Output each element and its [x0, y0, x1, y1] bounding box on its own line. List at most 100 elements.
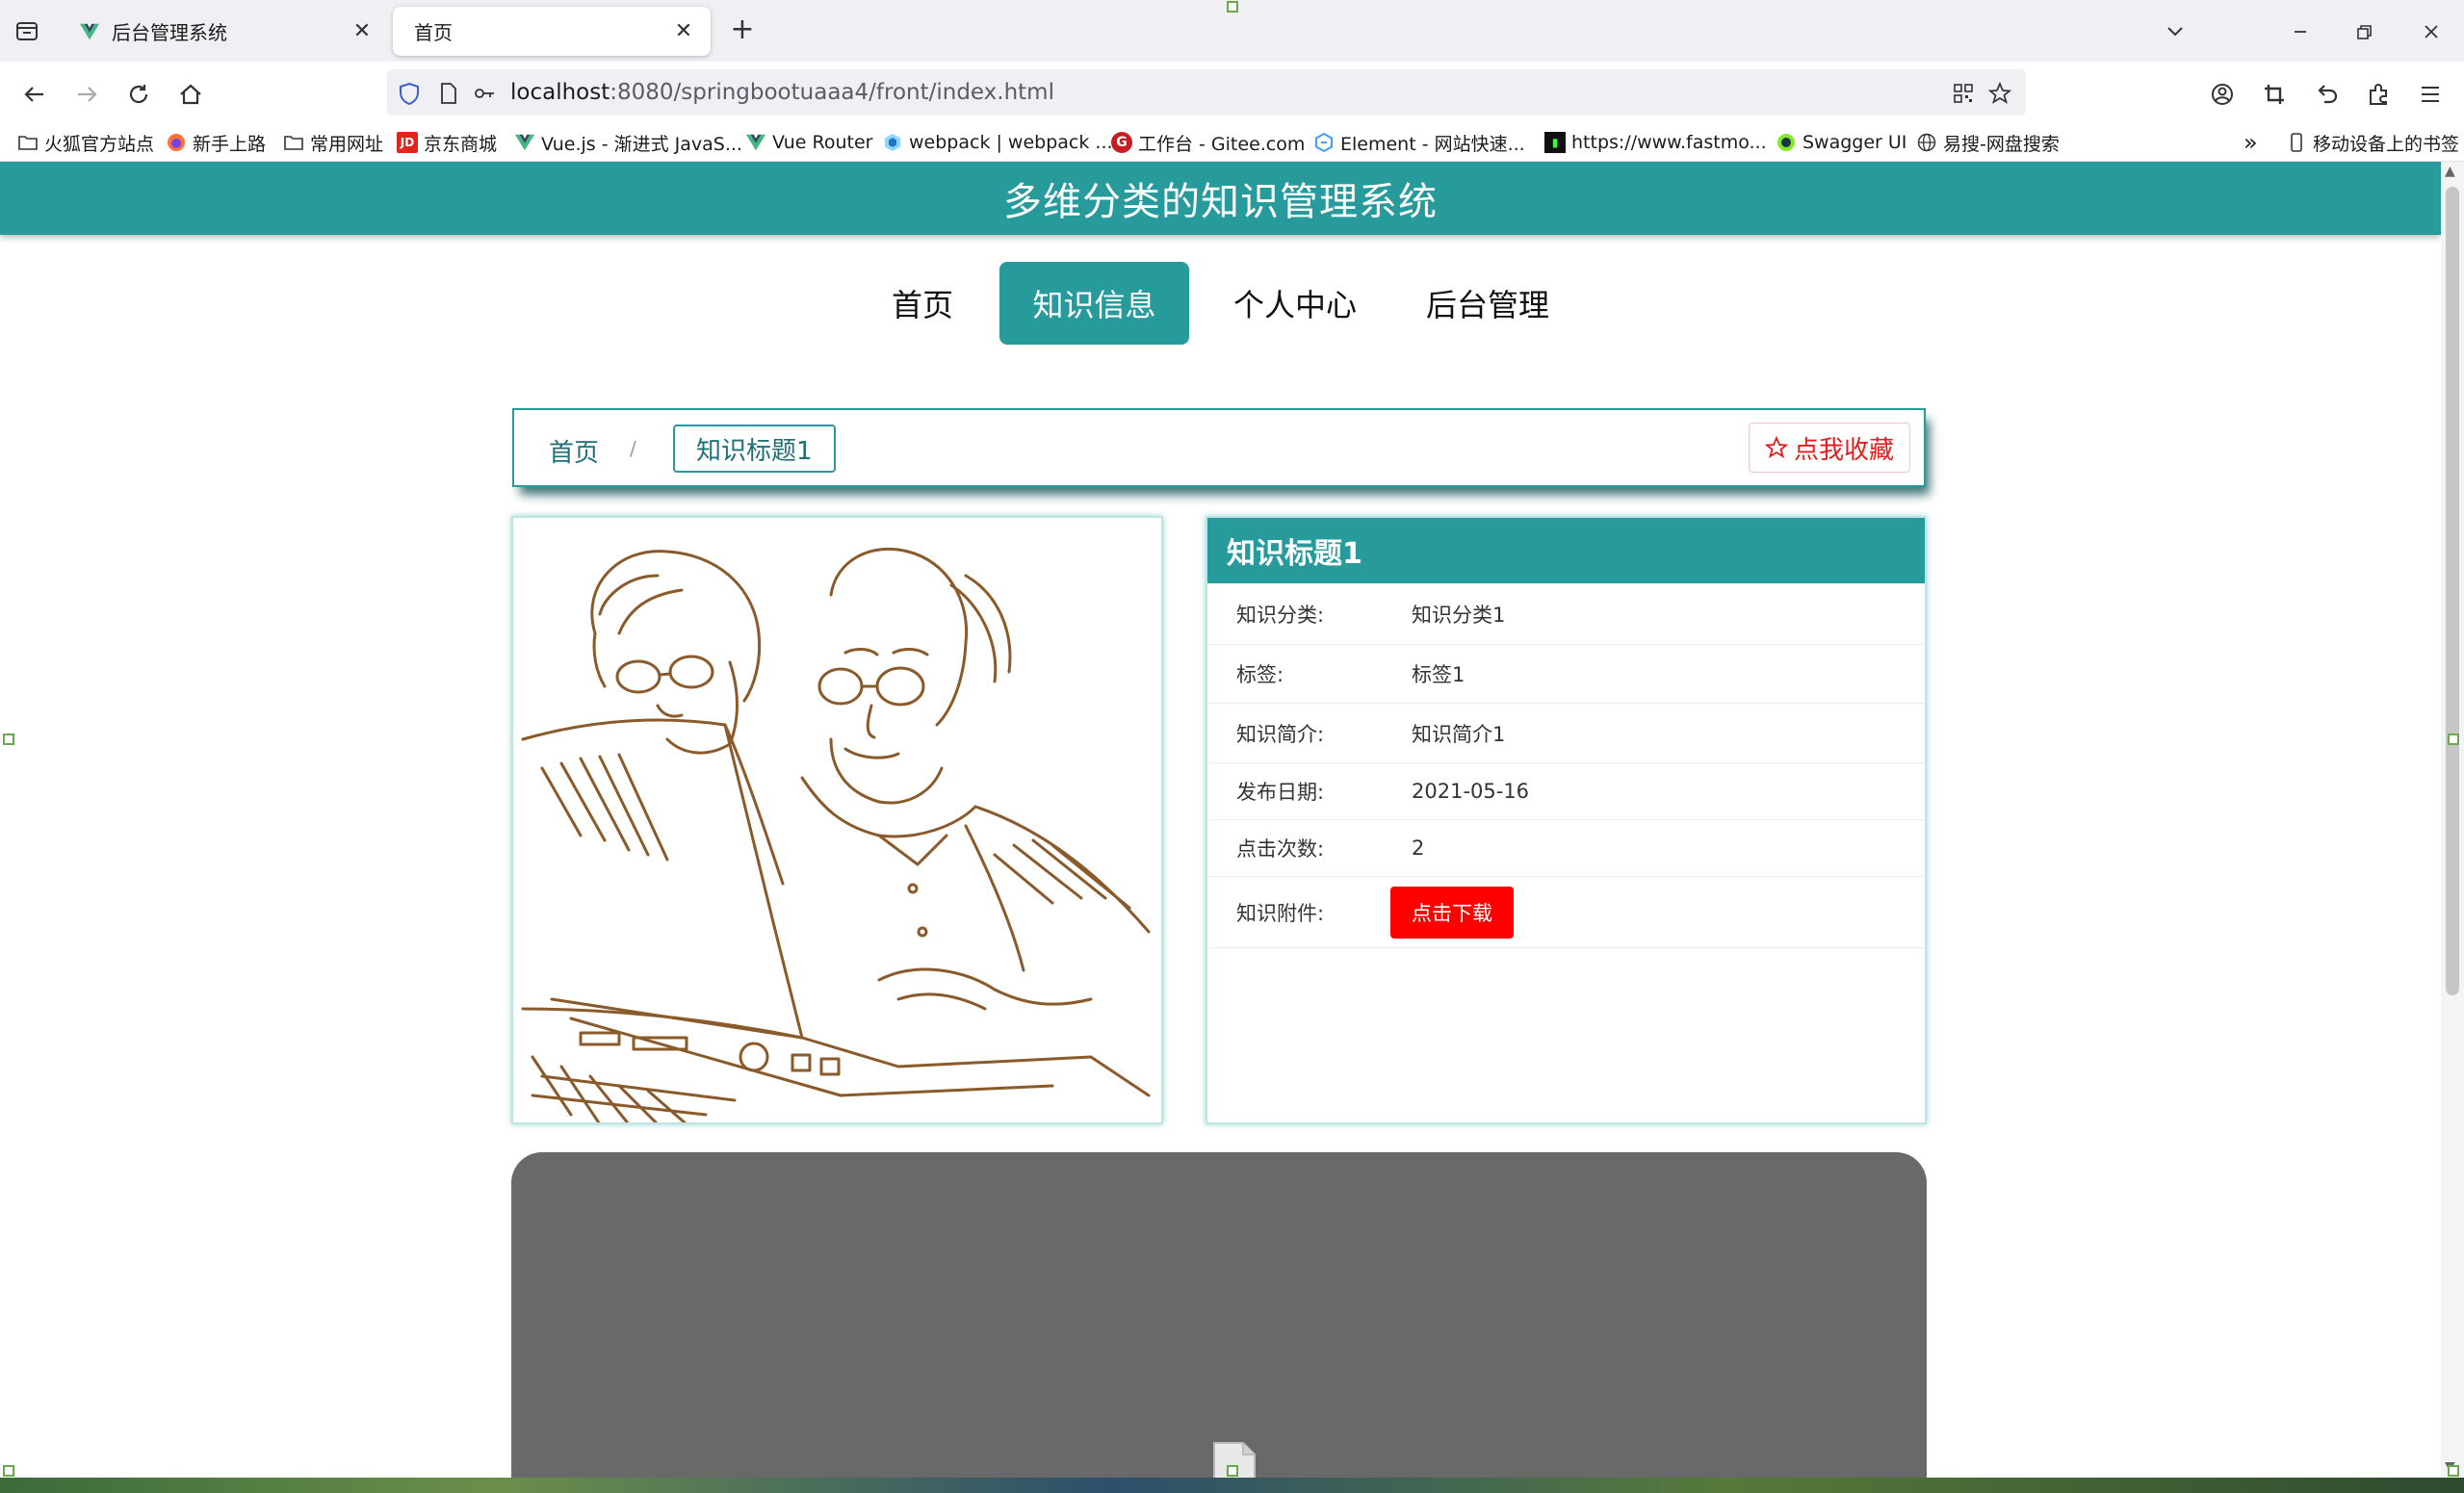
- knowledge-image: [511, 516, 1163, 1124]
- detail-label: 知识分类:: [1236, 603, 1325, 627]
- jd-icon: JD: [397, 132, 418, 153]
- back-arrow-icon[interactable]: [17, 77, 52, 112]
- permissions-key-icon[interactable]: [472, 81, 497, 106]
- favorite-label: 点我收藏: [1793, 435, 1894, 465]
- qr-code-icon[interactable]: [1951, 81, 1976, 106]
- detail-value: 标签1: [1412, 663, 1465, 686]
- browser-navigation-bar: localhost:8080/springbootuaaa4/front/ind…: [0, 62, 2464, 123]
- selection-handle[interactable]: [2448, 734, 2459, 745]
- menu-hamburger-icon[interactable]: [2413, 77, 2448, 112]
- bookmark-label: Swagger UI: [1803, 132, 1907, 153]
- scroll-up-arrow-icon[interactable]: ▲: [2445, 164, 2455, 179]
- account-icon[interactable]: [2205, 77, 2240, 112]
- forward-arrow-icon[interactable]: [69, 77, 104, 112]
- nav-item-personal-center[interactable]: 个人中心: [1221, 262, 1369, 345]
- page-viewport: 多维分类的知识管理系统 首页 知识信息 个人中心 后台管理 首页 / 知识标题1…: [0, 162, 2441, 1478]
- bookmark-label: 易搜-网盘搜索: [1943, 133, 2060, 155]
- restore-icon[interactable]: [2351, 19, 2376, 44]
- address-bar[interactable]: localhost:8080/springbootuaaa4/front/ind…: [387, 69, 2026, 116]
- bookmark-label: Vue Router: [772, 132, 873, 153]
- bookmark-star-icon[interactable]: [1987, 81, 2012, 106]
- nav-item-knowledge[interactable]: 知识信息: [999, 262, 1189, 345]
- selection-handle[interactable]: [1227, 1465, 1238, 1477]
- nav-item-home[interactable]: 首页: [874, 262, 971, 345]
- bookmark-vue-router[interactable]: Vue Router: [745, 129, 872, 156]
- detail-label: 知识附件:: [1236, 901, 1325, 925]
- element-icon: [1315, 132, 1333, 153]
- star-icon: [1764, 436, 1788, 458]
- bookmark-label: https://www.fastmo...: [1571, 132, 1767, 153]
- detail-label: 发布日期:: [1236, 781, 1325, 804]
- bookmark-jd[interactable]: JD 京东商城: [397, 129, 497, 156]
- reload-icon[interactable]: [121, 77, 156, 112]
- bookmark-label: 移动设备上的书签: [2313, 133, 2460, 155]
- detail-label: 点击次数:: [1236, 837, 1325, 861]
- mobile-device-icon: [2291, 133, 2302, 152]
- chevron-down-icon[interactable]: [2163, 19, 2188, 44]
- window-close-icon[interactable]: [2419, 19, 2444, 44]
- url-text[interactable]: localhost:8080/springbootuaaa4/front/ind…: [510, 80, 1054, 105]
- selection-handle[interactable]: [1227, 1, 1238, 13]
- bookmark-label: Element - 网站快速...: [1340, 133, 1525, 155]
- bookmarks-overflow-chevron-icon[interactable]: »: [2244, 129, 2258, 156]
- selection-handle[interactable]: [3, 1465, 14, 1477]
- bookmark-label: 新手上路: [193, 133, 267, 155]
- vue-icon: [514, 134, 535, 151]
- page-scrollbar[interactable]: ▲ ▼: [2441, 162, 2464, 1478]
- bookmark-fastmock[interactable]: ▮ https://www.fastmo...: [1544, 129, 1767, 156]
- bookmark-label: 工作台 - Gitee.com: [1138, 133, 1306, 155]
- people-at-laptop-illustration: [521, 547, 1151, 1122]
- tab-list-icon[interactable]: [13, 17, 40, 44]
- undo-arrow-icon[interactable]: [2309, 77, 2344, 112]
- tab-admin-system[interactable]: 后台管理系统 ✕: [62, 7, 389, 56]
- globe-icon: [1917, 133, 1936, 152]
- webpack-icon: [885, 134, 900, 151]
- close-icon[interactable]: ✕: [349, 18, 376, 45]
- detail-row-attachment: 知识附件: 点击下载: [1207, 877, 1925, 948]
- nav-item-admin[interactable]: 后台管理: [1414, 262, 1562, 345]
- breadcrumb-separator: /: [630, 437, 636, 460]
- url-path: :8080/springbootuaaa4/front/index.html: [610, 80, 1054, 105]
- new-tab-button[interactable]: +: [727, 15, 758, 46]
- media-player[interactable]: [511, 1152, 1927, 1478]
- shield-icon[interactable]: [397, 81, 422, 106]
- bookmark-element[interactable]: Element - 网站快速...: [1313, 129, 1525, 156]
- tab-home[interactable]: 首页 ✕: [393, 7, 711, 56]
- extensions-icon[interactable]: [2361, 77, 2396, 112]
- bookmark-mobile[interactable]: 移动设备上的书签: [2286, 129, 2459, 156]
- url-host: localhost: [510, 80, 610, 105]
- scroll-thumb[interactable]: [2446, 187, 2459, 995]
- bookmark-getting-started[interactable]: 新手上路: [166, 129, 266, 156]
- bookmark-gitee[interactable]: G 工作台 - Gitee.com: [1111, 129, 1305, 156]
- selection-handle[interactable]: [3, 734, 14, 745]
- site-header: 多维分类的知识管理系统: [0, 162, 2441, 235]
- desktop-taskbar: [0, 1478, 2464, 1493]
- terminal-icon: ▮: [1544, 132, 1566, 153]
- tab-title: 后台管理系统: [112, 21, 227, 44]
- close-icon[interactable]: ✕: [670, 18, 697, 45]
- bookmark-firefox-official[interactable]: 火狐官方站点: [17, 129, 154, 156]
- breadcrumb-home-link[interactable]: 首页: [549, 433, 599, 469]
- bookmark-common-sites[interactable]: 常用网址: [283, 129, 383, 156]
- download-button[interactable]: 点击下载: [1390, 887, 1514, 939]
- minimize-icon[interactable]: [2288, 19, 2313, 44]
- bookmark-swagger[interactable]: Swagger UI: [1776, 129, 1906, 156]
- breadcrumb: 首页 / 知识标题1 点我收藏: [512, 408, 1926, 487]
- selection-handle[interactable]: [2448, 1465, 2459, 1477]
- folder-icon: [284, 136, 303, 150]
- crop-screenshot-icon[interactable]: [2257, 77, 2292, 112]
- detail-row-publish-date: 发布日期: 2021-05-16: [1207, 763, 1925, 820]
- bookmark-webpack[interactable]: webpack | webpack ...: [882, 129, 1113, 156]
- bookmark-vuejs[interactable]: Vue.js - 渐进式 JavaS...: [514, 129, 742, 156]
- favorite-button[interactable]: 点我收藏: [1748, 423, 1910, 473]
- main-nav: 首页 知识信息 个人中心 后台管理: [0, 262, 2441, 345]
- home-icon[interactable]: [173, 77, 208, 112]
- bookmark-yisou[interactable]: 易搜-网盘搜索: [1916, 129, 2060, 156]
- detail-value: 2021-05-16: [1412, 780, 1530, 803]
- page-icon[interactable]: [435, 81, 460, 106]
- folder-icon: [18, 136, 38, 150]
- detail-value: 知识分类1: [1412, 603, 1506, 627]
- detail-label: 知识简介:: [1236, 722, 1325, 746]
- firefox-icon: [168, 134, 185, 151]
- detail-title: 知识标题1: [1207, 518, 1925, 583]
